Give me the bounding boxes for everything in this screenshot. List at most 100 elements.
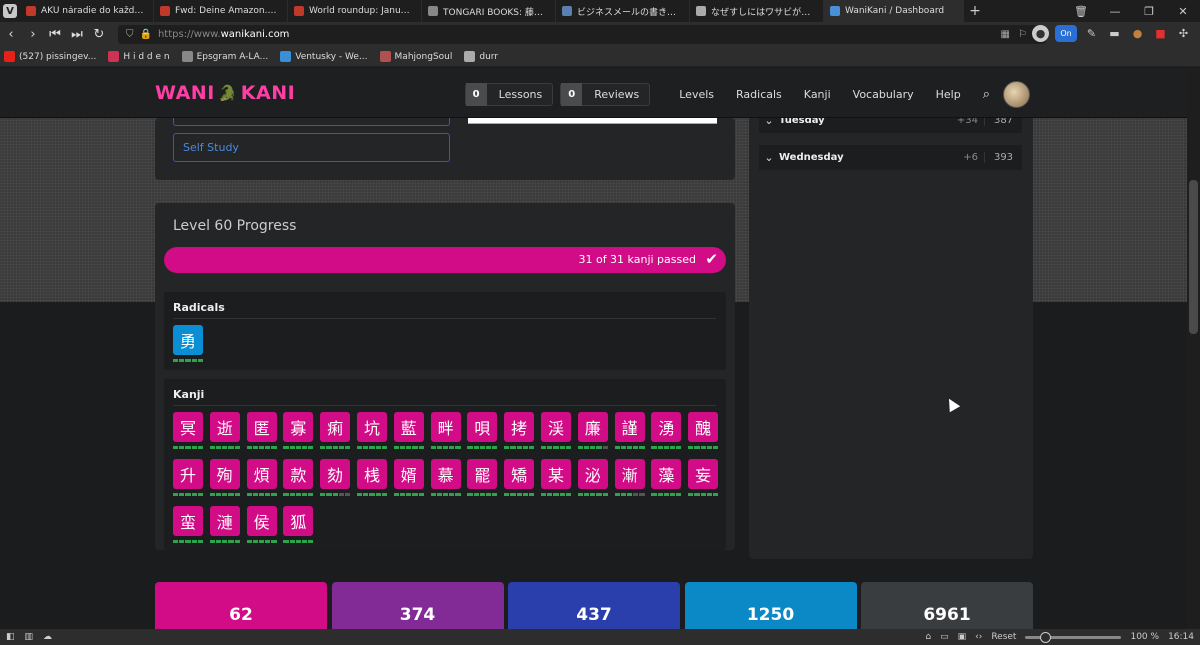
kanji-item[interactable]: 殉 (209, 459, 240, 497)
browser-tab[interactable]: World roundup: January 12 (288, 0, 422, 22)
kanji-item[interactable]: 畔 (430, 412, 461, 450)
kanji-item[interactable]: 醜 (688, 412, 719, 450)
browser-tab[interactable]: なぜすしにはワサビが入っ (690, 0, 824, 22)
bookmark-item[interactable]: Epsgram A-LA... (181, 51, 268, 62)
kanji-item[interactable]: 冥 (173, 412, 204, 450)
stat-box[interactable]: 1250 (684, 582, 857, 629)
kanji-item[interactable]: 廉 (577, 412, 608, 450)
stat-box[interactable]: 62 (155, 582, 327, 629)
avatar[interactable] (1003, 81, 1030, 108)
url-field[interactable]: ⛉ 🔒 https://www.wanikani.com ▦ ⚐ ▾ (118, 25, 1046, 44)
zoom-slider-knob[interactable] (1039, 631, 1051, 643)
camera-icon[interactable]: ⌂ (925, 632, 931, 642)
nav-radicals[interactable]: Radicals (736, 88, 782, 101)
kanji-item[interactable]: 泌 (577, 459, 608, 497)
kanji-item[interactable]: 劾 (320, 459, 351, 497)
close-window-button[interactable]: ✕ (1166, 0, 1200, 22)
restore-button[interactable]: ❐ (1132, 0, 1166, 22)
browser-tab[interactable]: Fwd: Deine Amazon.de Bes (154, 0, 288, 22)
kanji-item[interactable]: 痢 (320, 412, 351, 450)
kanji-item[interactable]: 寡 (283, 412, 314, 450)
bookmark-item[interactable]: H i d d e n (108, 51, 170, 62)
kanji-item[interactable]: 謹 (614, 412, 645, 450)
kanji-item[interactable]: 款 (283, 459, 314, 497)
self-study-button[interactable]: Self Study (173, 133, 450, 162)
rewind-button[interactable]: ⏮ (44, 22, 66, 47)
kanji-item[interactable]: 妄 (688, 459, 719, 497)
hat-icon[interactable]: ▬ (1106, 25, 1123, 42)
extension-badge[interactable]: On (1055, 25, 1077, 42)
browser-tab[interactable]: WaniKani / Dashboard (824, 0, 964, 22)
kanji-item[interactable]: 藍 (393, 412, 424, 450)
kanji-item[interactable]: 藻 (651, 459, 682, 497)
zoom-reset-button[interactable]: Reset (991, 632, 1016, 642)
pen-icon[interactable]: ✎ (1083, 25, 1100, 42)
bookmark-item[interactable]: Ventusky - We... (280, 51, 368, 62)
kanji-item[interactable]: 蛮 (173, 506, 204, 544)
kanji-item[interactable]: 狐 (283, 506, 314, 544)
code-icon[interactable]: ‹› (975, 632, 982, 642)
kanji-item[interactable]: 婿 (393, 459, 424, 497)
kanji-item[interactable]: 漣 (209, 506, 240, 544)
kanji-item[interactable]: 匿 (246, 412, 277, 450)
previous-study-button[interactable] (173, 118, 450, 126)
stat-box[interactable]: 437 (508, 582, 680, 629)
bookmark-item[interactable]: (527) pissingev... (4, 51, 96, 62)
browser-tab[interactable]: ビジネスメールの書き方~ (556, 0, 690, 22)
reload-button[interactable]: ↻ (88, 22, 110, 47)
kanji-item[interactable]: 慕 (430, 459, 461, 497)
recording-icon[interactable]: ■ (1152, 25, 1169, 42)
browser-tab[interactable]: TONGARI BOOKS: 藤田 嗣 (422, 0, 556, 22)
zoom-slider[interactable] (1025, 631, 1122, 643)
search-icon[interactable]: ⌕ (983, 87, 990, 102)
kanji-item[interactable]: 罷 (467, 459, 498, 497)
scrollbar[interactable] (1187, 68, 1200, 629)
minimize-button[interactable]: — (1098, 0, 1132, 22)
kanji-item[interactable]: 升 (173, 459, 204, 497)
kanji-item[interactable]: 侯 (246, 506, 277, 544)
back-button[interactable]: ‹ (0, 22, 22, 47)
profile-icon[interactable]: ● (1032, 25, 1049, 42)
tab-tiling-icon[interactable]: ▥ (25, 632, 34, 642)
vivaldi-menu-button[interactable]: V (0, 0, 20, 22)
fast-forward-button[interactable]: ⏭ (66, 22, 88, 47)
reviews-button[interactable]: 0 Reviews (560, 83, 651, 106)
nav-vocabulary[interactable]: Vocabulary (853, 88, 914, 101)
cookie-icon[interactable]: ● (1129, 25, 1146, 42)
kanji-item[interactable]: 桟 (357, 459, 388, 497)
kanji-item[interactable]: 坑 (357, 412, 388, 450)
panel-toggle-icon[interactable]: ◧ (6, 632, 15, 642)
nav-levels[interactable]: Levels (679, 88, 714, 101)
puzzle-icon[interactable]: ✣ (1175, 25, 1192, 42)
wanikani-logo[interactable]: WANI 🐊 KANI (155, 82, 295, 104)
window-icon[interactable]: ▭ (940, 632, 949, 642)
kanji-item[interactable]: 某 (541, 459, 572, 497)
cloud-icon[interactable]: ☁ (43, 632, 52, 642)
nav-kanji[interactable]: Kanji (804, 88, 831, 101)
qr-code-icon[interactable]: ▦ (1001, 29, 1010, 40)
kanji-item[interactable]: 拷 (504, 412, 535, 450)
image-icon[interactable]: ▣ (958, 632, 967, 642)
kanji-item[interactable]: 漸 (614, 459, 645, 497)
shield-icon[interactable]: ⛉ (126, 29, 134, 40)
forward-button[interactable]: › (22, 22, 44, 47)
kanji-item[interactable]: 矯 (504, 459, 535, 497)
kanji-item[interactable]: 湧 (651, 412, 682, 450)
chevron-down-icon[interactable]: ⌄ (759, 151, 779, 164)
kanji-item[interactable]: 煩 (246, 459, 277, 497)
lock-icon[interactable]: 🔒 (140, 29, 152, 40)
lessons-button[interactable]: 0 Lessons (464, 83, 554, 106)
schedule-row[interactable]: ⌄ Wednesday +6 393 (759, 145, 1022, 170)
kanji-item[interactable]: 逝 (209, 412, 240, 450)
scrollbar-thumb[interactable] (1189, 180, 1198, 334)
stat-box[interactable]: 6961 (861, 582, 1033, 629)
new-tab-button[interactable]: + (964, 0, 986, 22)
kanji-item[interactable]: 唄 (467, 412, 498, 450)
kanji-item[interactable]: 渓 (541, 412, 572, 450)
browser-tab[interactable]: AKU náradie do každej diel (20, 0, 154, 22)
radical-item[interactable]: 勇 (173, 325, 204, 363)
bookmark-icon[interactable]: ⚐ (1018, 29, 1027, 40)
trash-icon[interactable]: 🗑 (1064, 0, 1098, 22)
stat-box[interactable]: 374 (331, 582, 504, 629)
bookmark-item[interactable]: durr (464, 51, 498, 62)
